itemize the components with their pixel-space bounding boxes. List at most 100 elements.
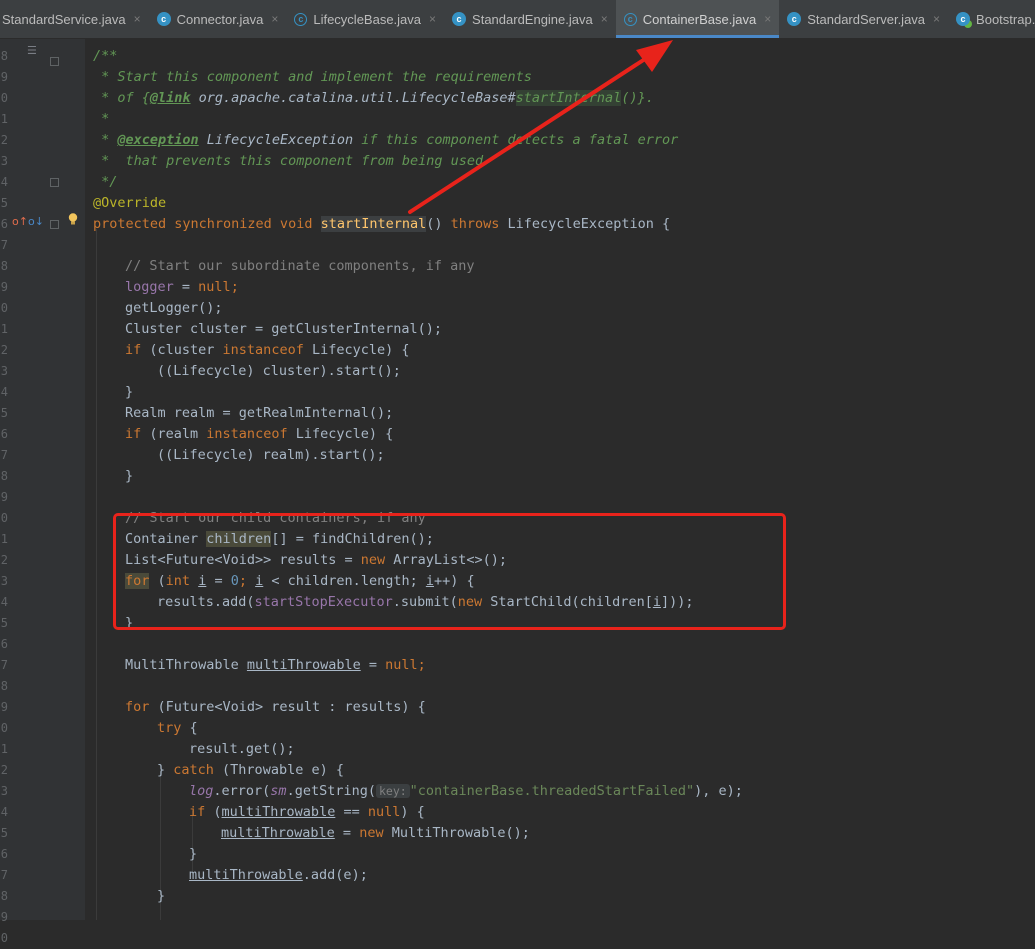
code-line[interactable]: try { xyxy=(157,718,198,739)
code-token: ((Lifecycle) cluster).start(); xyxy=(157,363,401,379)
code-line[interactable]: ((Lifecycle) cluster).start(); xyxy=(157,361,401,382)
doc-comment: /** xyxy=(93,48,118,64)
code-line[interactable]: } catch (Throwable e) { xyxy=(157,760,344,781)
tab-standard-engine[interactable]: c StandardEngine.java × xyxy=(444,0,616,38)
structure-icon[interactable]: ☰ xyxy=(27,44,37,57)
line-number: 9 xyxy=(0,70,8,84)
code-line[interactable]: for (int i = 0; i < children.length; i++… xyxy=(125,571,475,592)
code-line[interactable]: for (Future<Void> result : results) { xyxy=(125,697,426,718)
abstract-class-icon: c xyxy=(623,12,637,26)
runnable-class-icon: c xyxy=(956,12,971,26)
line-number: 4 xyxy=(0,805,8,819)
code-line[interactable]: results.add(startStopExecutor.submit(new… xyxy=(157,592,693,613)
code-line[interactable]: } xyxy=(125,382,133,403)
code-line[interactable]: Realm realm = getRealmInternal(); xyxy=(125,403,393,424)
code-line[interactable]: // Start our subordinate components, if … xyxy=(125,256,475,277)
code-token: = xyxy=(206,573,231,589)
tab-label: Connector.java xyxy=(176,11,264,27)
code-token: Lifecycle) { xyxy=(303,342,410,358)
code-token: (cluster xyxy=(141,342,223,358)
code-line[interactable]: ((Lifecycle) realm).start(); xyxy=(157,445,385,466)
code-line-method-signature[interactable]: protected synchronized void startInterna… xyxy=(93,214,670,235)
line-number: 4 xyxy=(0,595,8,609)
line-number: 1 xyxy=(0,742,8,756)
code-line[interactable]: getLogger(); xyxy=(125,298,223,319)
close-icon[interactable]: × xyxy=(764,12,771,26)
line-number: 7 xyxy=(0,658,8,672)
tab-standard-server[interactable]: c StandardServer.java × xyxy=(779,0,948,38)
editor-tab-bar: StandardService.java × c Connector.java … xyxy=(0,0,1035,39)
code-line[interactable]: // Start our child containers, if any xyxy=(125,508,426,529)
code-line[interactable]: } xyxy=(157,886,165,907)
annotation: @Override xyxy=(93,195,167,211)
code-token: Container xyxy=(125,531,207,547)
code-line[interactable]: multiThrowable = new MultiThrowable(); xyxy=(221,823,530,844)
code-line[interactable]: /** xyxy=(93,46,117,67)
tab-bootstrap[interactable]: c Bootstrap.java xyxy=(948,0,1035,38)
keyword: null xyxy=(367,804,401,820)
code-line[interactable]: if (realm instanceof Lifecycle) { xyxy=(125,424,393,445)
highlighted-identifier: children xyxy=(206,531,272,547)
code-line[interactable]: result.get(); xyxy=(189,739,295,760)
code-line[interactable]: * xyxy=(93,109,109,130)
number-literal: 0 xyxy=(230,573,239,589)
code-line[interactable]: if (multiThrowable == null) { xyxy=(189,802,425,823)
code-line[interactable]: Container children[] = findChildren(); xyxy=(125,529,434,550)
field-ref: startStopExecutor xyxy=(254,594,393,610)
tab-connector[interactable]: c Connector.java × xyxy=(149,0,287,38)
fold-marker-icon[interactable] xyxy=(50,57,59,66)
code-token: MultiThrowable xyxy=(125,657,247,673)
code-line[interactable]: * Start this component and implement the… xyxy=(93,67,532,88)
code-token: ( xyxy=(205,804,222,820)
doc-comment: ()}. xyxy=(621,90,654,106)
code-line[interactable]: * of {@link org.apache.catalina.util.Lif… xyxy=(93,88,654,109)
editor-gutter[interactable]: ☰ o↑ o↓ 8 9 0 1 2 3 4 5 6 7 8 9 0 1 2 3 4 5 6 7 8 9 0 1 2 3 4 5 6 7 8 9… xyxy=(0,39,86,945)
code-line[interactable]: log.error(sm.getString(key: "containerBas… xyxy=(189,781,743,802)
code-token: = xyxy=(173,279,199,295)
code-line[interactable]: } xyxy=(125,466,133,487)
line-number: 6 xyxy=(0,847,8,861)
code-token: = xyxy=(334,825,360,841)
code-token: = xyxy=(360,657,386,673)
code-line[interactable]: @Override xyxy=(93,193,166,214)
override-method-icon[interactable]: o↑ xyxy=(12,215,28,228)
code-line[interactable]: multiThrowable.add(e); xyxy=(189,865,368,886)
fold-marker-icon[interactable] xyxy=(50,178,59,187)
fold-marker-icon[interactable] xyxy=(50,220,59,229)
keyword: if xyxy=(125,342,142,358)
close-icon[interactable]: × xyxy=(271,12,278,26)
line-number: 5 xyxy=(0,826,8,840)
static-field-ref: sm xyxy=(270,783,287,799)
code-line[interactable]: } xyxy=(189,844,197,865)
line-number: 8 xyxy=(0,49,8,63)
keyword: int xyxy=(165,573,191,589)
line-number: 8 xyxy=(0,469,8,483)
code-editor[interactable]: ☰ o↑ o↓ 8 9 0 1 2 3 4 5 6 7 8 9 0 1 2 3 4 5 6 7 8 9 0 1 2 3 4 5 6 7 8 9… xyxy=(0,39,1035,945)
intention-bulb-icon[interactable] xyxy=(68,213,78,225)
keyword: null xyxy=(385,657,418,673)
reassigned-variable: multiThrowable xyxy=(221,804,336,820)
line-number: 6 xyxy=(0,427,8,441)
code-line[interactable]: if (cluster instanceof Lifecycle) { xyxy=(125,340,410,361)
line-number: 4 xyxy=(0,175,8,189)
line-number: 6 xyxy=(0,637,8,651)
close-icon[interactable]: × xyxy=(134,12,141,26)
code-line[interactable]: * @exception LifecycleException if this … xyxy=(93,130,678,151)
keyword: new xyxy=(359,825,384,841)
code-line[interactable]: logger = null; xyxy=(125,277,239,298)
code-line[interactable]: List<Future<Void>> results = new ArrayLi… xyxy=(125,550,507,571)
code-line[interactable]: */ xyxy=(93,172,117,193)
close-icon[interactable]: × xyxy=(933,12,940,26)
tab-standard-service[interactable]: StandardService.java × xyxy=(0,0,149,38)
tab-container-base[interactable]: c ContainerBase.java × xyxy=(615,0,780,38)
close-icon[interactable]: × xyxy=(601,12,608,26)
code-line[interactable]: MultiThrowable multiThrowable = null; xyxy=(125,655,426,676)
keyword: if xyxy=(189,804,206,820)
code-line[interactable]: * that prevents this component from bein… xyxy=(93,151,483,172)
tab-lifecycle-base[interactable]: c LifecycleBase.java × xyxy=(286,0,444,38)
code-line[interactable]: } xyxy=(125,613,133,634)
code-line[interactable]: Cluster cluster = getClusterInternal(); xyxy=(125,319,442,340)
doc-tag: @link xyxy=(149,90,191,106)
close-icon[interactable]: × xyxy=(429,12,436,26)
implemented-method-icon[interactable]: o↓ xyxy=(28,215,44,228)
